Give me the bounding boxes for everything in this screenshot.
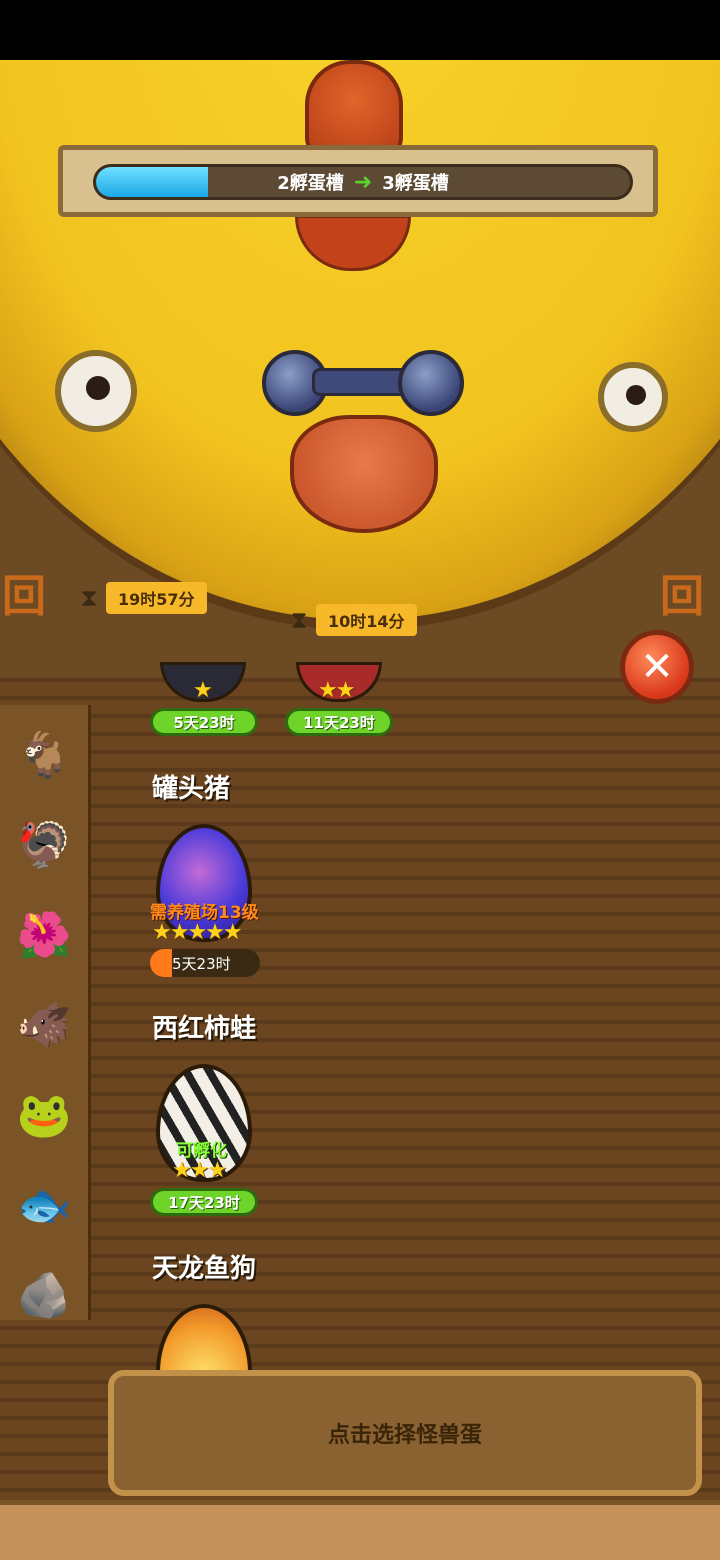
sidebar-item-beak[interactable]: 🦃 bbox=[6, 805, 82, 885]
select-egg-panel[interactable]: 点击选择怪兽蛋 bbox=[108, 1370, 702, 1496]
red-beak-monster-icon: 🦃 bbox=[16, 820, 72, 871]
monster-goggles bbox=[262, 350, 464, 416]
wall-pattern-right: 回 bbox=[660, 571, 704, 622]
floor bbox=[0, 1500, 720, 1560]
game-scene: 2孵蛋槽 ➜ 3孵蛋槽 回 回 ⧗ 19时57分 ⧗ 10时14分 ★ 5天23… bbox=[0, 60, 720, 1560]
egg-stars: ★★★★★ bbox=[152, 920, 243, 945]
cyan-fish-icon: 🐟 bbox=[16, 1180, 72, 1231]
sidebar-item-fish[interactable]: 🐟 bbox=[6, 1165, 82, 1245]
status-bar bbox=[0, 0, 720, 60]
hatch-timer-1: ⧗ 19时57分 bbox=[76, 582, 207, 614]
hourglass-icon: ⧗ bbox=[80, 584, 98, 612]
sidebar-item-pig[interactable]: 🐗 bbox=[6, 985, 82, 1065]
sidebar-item-rockdog[interactable]: 🪨 bbox=[6, 1255, 82, 1335]
egg-time-pill: 5天23时 bbox=[150, 949, 260, 977]
hatch-timer-label: 10时14分 bbox=[316, 604, 417, 636]
slot-to-label: 3孵蛋槽 bbox=[382, 173, 449, 194]
rock-dog-icon: 🪨 bbox=[16, 1270, 72, 1321]
slot-upgrade-panel: 2孵蛋槽 ➜ 3孵蛋槽 bbox=[58, 145, 658, 217]
egg-stars: ★ bbox=[193, 678, 213, 703]
section-title: 罐头猪 bbox=[152, 774, 231, 804]
egg-time-label: 5天23时 bbox=[172, 954, 231, 973]
monster-crest bbox=[305, 60, 403, 158]
monster-beak bbox=[290, 415, 438, 533]
goat-monster-icon: 🐐 bbox=[16, 730, 72, 781]
close-button[interactable]: ✕ bbox=[620, 630, 694, 704]
section-title: 天龙鱼狗 bbox=[152, 1254, 257, 1284]
slot-progress-bar: 2孵蛋槽 ➜ 3孵蛋槽 bbox=[93, 164, 633, 200]
hourglass-icon: ⧗ bbox=[290, 606, 308, 634]
slot-from-label: 2孵蛋槽 bbox=[277, 173, 344, 194]
egg-time-pill: 5天23时 bbox=[150, 708, 258, 736]
sidebar-item-flower[interactable]: 🌺 bbox=[6, 895, 82, 975]
armored-pig-icon: 🐗 bbox=[16, 1000, 72, 1051]
close-icon: ✕ bbox=[640, 644, 674, 690]
arrow-right-icon: ➜ bbox=[353, 169, 373, 195]
monster-sidebar: 🐐 🦃 🌺 🐗 🐸 🐟 🪨 bbox=[0, 705, 91, 1321]
sidebar-item-goat[interactable]: 🐐 bbox=[6, 715, 82, 795]
select-egg-label: 点击选择怪兽蛋 bbox=[327, 1423, 482, 1448]
pink-flower-monster-icon: 🌺 bbox=[16, 910, 72, 961]
egg-time-pill: 11天23时 bbox=[285, 708, 393, 736]
egg-time-pill: 17天23时 bbox=[150, 1188, 258, 1216]
monster-eye-left bbox=[55, 350, 137, 432]
goggle-lens-right bbox=[398, 350, 464, 416]
section-title: 西红柿蛙 bbox=[152, 1014, 257, 1044]
hatch-timer-2: ⧗ 10时14分 bbox=[286, 604, 417, 636]
egg-stars: ★★ bbox=[318, 678, 355, 703]
red-frog-icon: 🐸 bbox=[16, 1090, 72, 1141]
hatch-timer-label: 19时57分 bbox=[106, 582, 207, 614]
egg-stars: ★★★ bbox=[172, 1158, 227, 1183]
sidebar-item-frog[interactable]: 🐸 bbox=[6, 1075, 82, 1155]
monster-eye-right bbox=[598, 362, 668, 432]
wall-pattern-left: 回 bbox=[2, 571, 46, 622]
slot-progress-text: 2孵蛋槽 ➜ 3孵蛋槽 bbox=[96, 167, 630, 197]
